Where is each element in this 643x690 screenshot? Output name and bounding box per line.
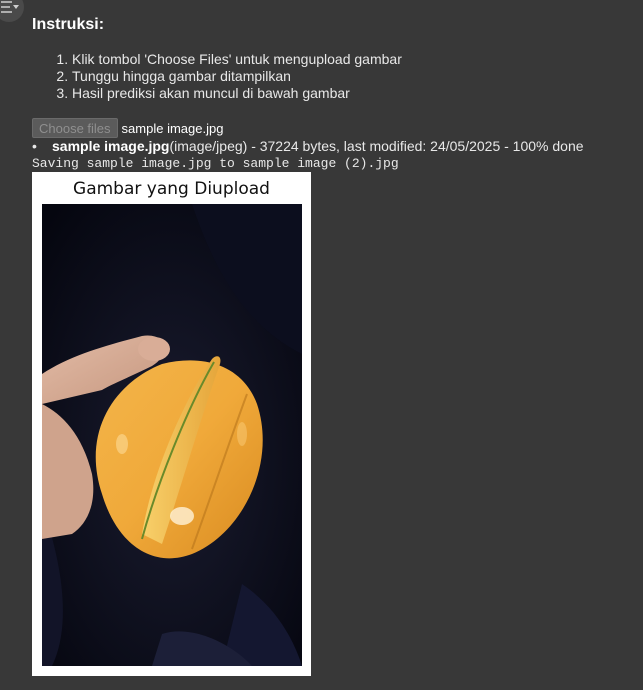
selected-filename: sample image.jpg bbox=[121, 120, 224, 136]
output-toggle-icon bbox=[1, 1, 19, 13]
figure-title: Gambar yang Diupload bbox=[73, 179, 270, 199]
instruction-step: Hasil prediksi akan muncul di bawah gamb… bbox=[72, 85, 402, 102]
uploaded-file-info: • sample image.jpg(image/jpeg) - 37224 by… bbox=[32, 138, 584, 154]
instructions-heading: Instruksi: bbox=[32, 16, 105, 33]
notebook-output-cell: Instruksi: Klik tombol 'Choose Files' un… bbox=[0, 0, 643, 690]
file-upload-widget: Choose files sample image.jpg bbox=[32, 118, 223, 138]
uploaded-file-name: sample image.jpg bbox=[52, 138, 170, 154]
choose-files-button[interactable]: Choose files bbox=[32, 118, 118, 138]
instructions-list: Klik tombol 'Choose Files' untuk mengupl… bbox=[32, 51, 402, 102]
instruction-step: Klik tombol 'Choose Files' untuk mengupl… bbox=[72, 51, 402, 68]
list-bullet: • bbox=[32, 138, 37, 154]
uploaded-image-figure: Gambar yang Diupload bbox=[32, 172, 311, 676]
uploaded-file-meta: (image/jpeg) - 37224 bytes, last modifie… bbox=[169, 138, 584, 154]
uploaded-photo bbox=[42, 204, 302, 666]
saving-message: Saving sample image.jpg to sample image … bbox=[32, 156, 399, 171]
output-toggle-button[interactable] bbox=[0, 0, 24, 22]
instruction-step: Tunggu hingga gambar ditampilkan bbox=[72, 68, 402, 85]
